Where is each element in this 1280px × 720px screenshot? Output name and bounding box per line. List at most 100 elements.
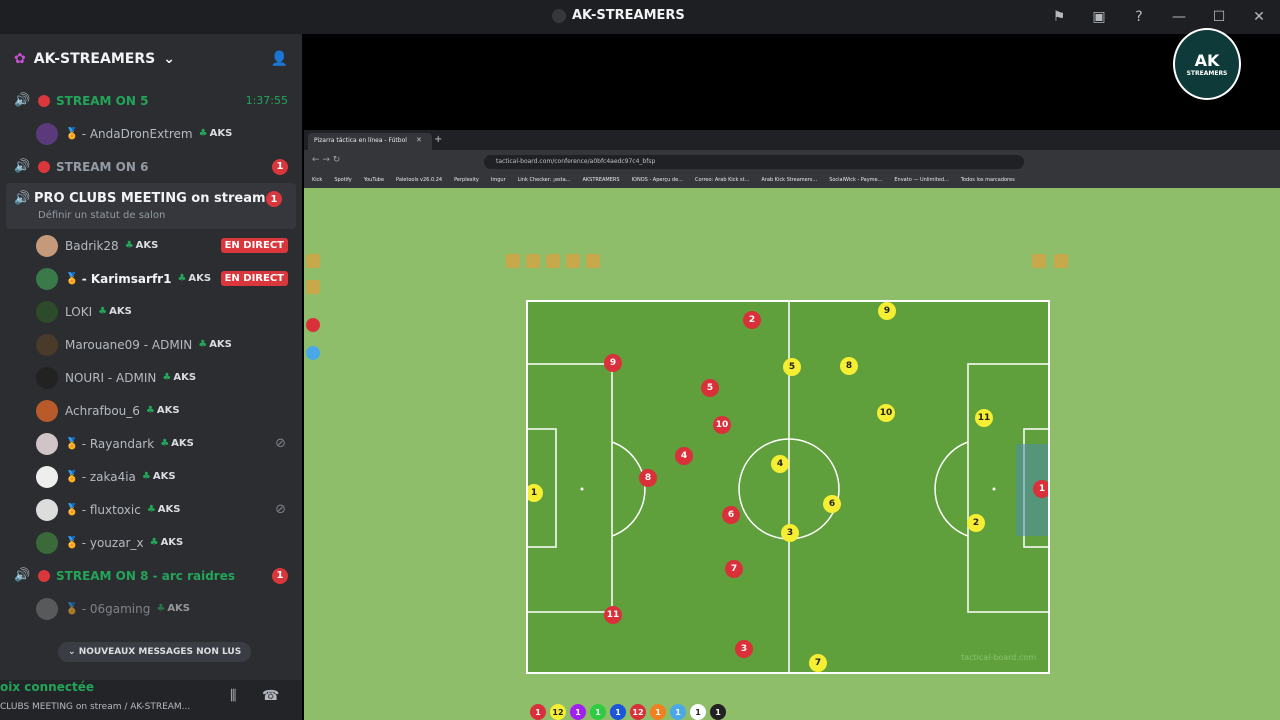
waveform-icon[interactable]: ⫼ — [230, 688, 236, 704]
help-icon[interactable] — [306, 346, 320, 360]
yellow-player[interactable]: 7 — [809, 654, 827, 672]
yellow-player[interactable]: 9 — [878, 302, 896, 320]
channel-pro-clubs[interactable]: 🔊 PRO CLUBS MEETING on stream Définir un… — [6, 183, 296, 229]
red-player[interactable]: 9 — [604, 354, 622, 372]
voice-user[interactable]: 🏅 - Rayandark ♣ AKS ⊘ — [0, 427, 302, 460]
token[interactable]: 1 — [590, 704, 606, 720]
bookmark[interactable]: Link Checker: ¡esta... — [518, 177, 571, 185]
voice-user[interactable]: 🏅 - 06gaming ♣ AKS — [0, 592, 302, 625]
bookmark[interactable]: Paletools v26.0.24 — [396, 177, 442, 185]
voice-user[interactable]: 🏅 - youzar_x ♣ AKS — [0, 526, 302, 559]
red-player[interactable]: 4 — [675, 447, 693, 465]
new-tab-icon[interactable]: + — [434, 134, 442, 145]
token[interactable]: 1 — [650, 704, 666, 720]
voice-user[interactable]: Achrafbou_6 ♣ AKS — [0, 394, 302, 427]
voice-user[interactable]: 🏅 - zaka4ia ♣ AKS — [0, 460, 302, 493]
token-palette: 1 12 1 1 1 12 1 1 1 1 — [530, 704, 726, 720]
red-player[interactable]: 5 — [701, 379, 719, 397]
avatar — [36, 531, 58, 554]
token[interactable]: 12 — [630, 704, 646, 720]
ball-tool-icon[interactable] — [1032, 254, 1046, 268]
red-player[interactable]: 6 — [722, 506, 740, 524]
grid-tool-icon[interactable] — [566, 254, 580, 268]
streamer-logo: AK STREAMERS — [1173, 28, 1241, 100]
close-icon[interactable]: ✕ — [1248, 6, 1270, 28]
yellow-player[interactable]: 11 — [975, 409, 993, 427]
download-tool-icon[interactable] — [506, 254, 520, 268]
disconnect-icon[interactable]: ☎ — [262, 688, 279, 704]
server-icon: ✿ — [14, 51, 26, 67]
bookmark[interactable]: Todos los marcadores — [961, 177, 1015, 185]
title-bar: AK-STREAMERS ⚑ ▣ ? — ☐ ✕ — [0, 0, 1280, 34]
bookmark[interactable]: YouTube — [364, 177, 384, 185]
address-bar[interactable]: tactical-board.com/conference/a0bfc4aedc… — [484, 155, 1024, 169]
yellow-player[interactable]: 8 — [840, 357, 858, 375]
token[interactable]: 1 — [670, 704, 686, 720]
leaf-icon: ♣ — [149, 537, 159, 548]
minimize-icon[interactable]: — — [1168, 6, 1190, 28]
server-header[interactable]: ✿ AK-STREAMERS ⌄ 👤 — [0, 34, 302, 84]
bookmark[interactable]: AKSTREAMERS — [582, 177, 619, 185]
voice-user[interactable]: 🏅 - fluxtoxic ♣ AKS ⊘ — [0, 493, 302, 526]
yellow-player[interactable]: 5 — [783, 358, 801, 376]
channel-stream-8[interactable]: 🔊 STREAM ON 8 - arc raidres 1 — [0, 559, 302, 592]
football-pitch[interactable]: 2 9 5 10 4 8 6 7 3 11 1 9 5 8 10 11 4 6 … — [526, 300, 1050, 674]
inbox-icon[interactable]: ▣ — [1088, 6, 1110, 28]
channel-stream-5[interactable]: 🔊 STREAM ON 5 1:37:55 — [0, 84, 302, 117]
red-player[interactable]: 3 — [735, 640, 753, 658]
red-player[interactable]: 10 — [713, 416, 731, 434]
link-tool-icon[interactable] — [586, 254, 600, 268]
medal-icon: 🏅 — [65, 437, 79, 450]
maximize-icon[interactable]: ☐ — [1208, 6, 1230, 28]
voice-user[interactable]: Marouane09 - ADMIN ♣ AKS — [0, 328, 302, 361]
yellow-player[interactable]: 2 — [967, 514, 985, 532]
player-tool-icon[interactable] — [1054, 254, 1068, 268]
voice-user[interactable]: Badrik28 ♣ AKS EN DIRECT — [0, 229, 302, 262]
channel-stream-6[interactable]: 🔊 STREAM ON 6 1 — [0, 150, 302, 183]
help-icon[interactable]: ? — [1128, 6, 1150, 28]
crop-tool-icon[interactable] — [526, 254, 540, 268]
bookmark[interactable]: Correo: Arab Kick st... — [695, 177, 749, 185]
bookmark[interactable]: SocialWick - Payme... — [829, 177, 882, 185]
bookmark[interactable]: Imgur — [491, 177, 506, 185]
voice-user[interactable]: 🏅 - Karimsarfr1 ♣ AKS EN DIRECT — [0, 262, 302, 295]
add-user-icon[interactable]: 👤 — [271, 51, 288, 67]
bookmark-tool-icon[interactable] — [546, 254, 560, 268]
token[interactable]: 1 — [690, 704, 706, 720]
token[interactable]: 1 — [570, 704, 586, 720]
token[interactable]: 12 — [550, 704, 566, 720]
medal-icon: 🏅 — [65, 470, 79, 483]
side-tool-icon[interactable] — [306, 254, 320, 268]
flag-icon[interactable]: ⚑ — [1048, 6, 1070, 28]
token[interactable]: 1 — [610, 704, 626, 720]
voice-user[interactable]: LOKI ♣ AKS — [0, 295, 302, 328]
leaf-icon: ♣ — [141, 471, 151, 482]
bookmark[interactable]: IONOS - Aperçu de... — [632, 177, 683, 185]
token[interactable]: 1 — [710, 704, 726, 720]
bookmark[interactable]: Kick — [312, 177, 322, 185]
yellow-player[interactable]: 10 — [877, 404, 895, 422]
yellow-player[interactable]: 6 — [823, 495, 841, 513]
red-player[interactable]: 11 — [604, 606, 622, 624]
token[interactable]: 1 — [530, 704, 546, 720]
yellow-player[interactable]: 4 — [771, 455, 789, 473]
bookmark[interactable]: Envato — Unlimited... — [894, 177, 948, 185]
browser-tab[interactable]: Pizarra táctica en línea - Fútbol — [308, 133, 432, 150]
expand-icon[interactable] — [306, 280, 320, 294]
bookmark[interactable]: Arab Kick Streamers... — [761, 177, 817, 185]
bookmark[interactable]: Perplexity — [454, 177, 479, 185]
new-messages-pill[interactable]: ⌄ NOUVEAUX MESSAGES NON LUS — [58, 642, 252, 662]
nav-arrows-icon[interactable]: ← → ↻ — [312, 155, 340, 165]
channel-status[interactable]: Définir un statut de salon — [38, 210, 165, 221]
red-player[interactable]: 1 — [1033, 480, 1048, 498]
voice-user[interactable]: 🏅 - AndaDronExtrem ♣ AKS — [0, 117, 302, 150]
red-player[interactable]: 7 — [725, 560, 743, 578]
window-title: AK-STREAMERS — [552, 8, 685, 23]
yellow-player[interactable]: 3 — [781, 524, 799, 542]
red-player[interactable]: 2 — [743, 311, 761, 329]
language-flag-icon[interactable] — [306, 318, 320, 332]
red-player[interactable]: 8 — [639, 469, 657, 487]
voice-user[interactable]: NOURI - ADMIN ♣ AKS — [0, 361, 302, 394]
bookmark[interactable]: Spotify — [334, 177, 351, 185]
close-tab-icon[interactable]: ✕ — [416, 136, 422, 144]
